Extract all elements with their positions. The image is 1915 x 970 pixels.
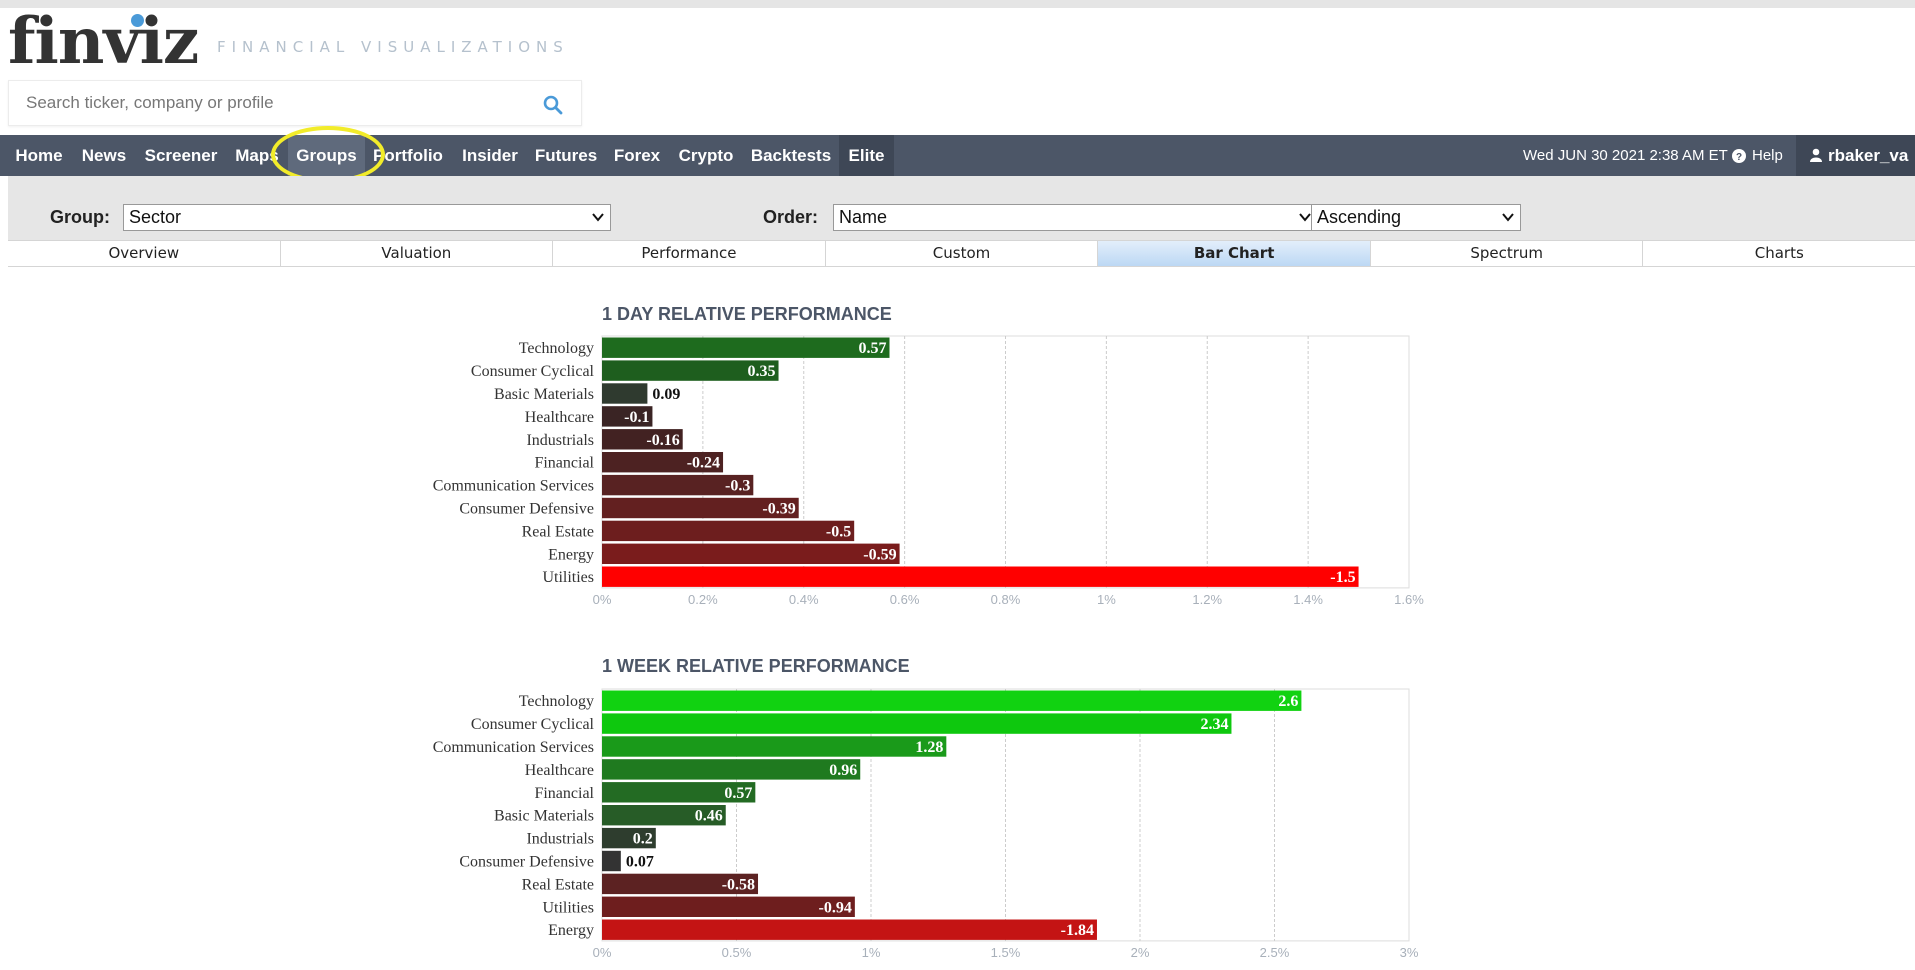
category-label: Industrials [526, 432, 594, 449]
x-tick-label: 0.2% [688, 592, 718, 607]
x-tick-label: 2% [1131, 945, 1150, 960]
x-tick-label: 1.5% [991, 945, 1021, 960]
category-label: Real Estate [522, 876, 594, 893]
x-tick-label: 0.8% [991, 592, 1021, 607]
x-tick-label: 0% [593, 592, 612, 607]
category-label: Consumer Defensive [459, 854, 594, 871]
category-label: Communication Services [433, 739, 594, 756]
x-tick-label: 1% [862, 945, 881, 960]
value-label: -1.84 [1061, 922, 1094, 939]
value-label: -0.59 [863, 546, 896, 563]
value-label: 2.34 [1200, 716, 1228, 733]
x-tick-label: 1.4% [1293, 592, 1323, 607]
bar [602, 520, 855, 542]
value-label: -0.1 [624, 409, 649, 426]
bar [602, 337, 890, 358]
value-label: 0.46 [695, 808, 723, 825]
category-label: Financial [534, 455, 594, 472]
category-label: Technology [519, 340, 594, 357]
x-tick-label: 0.6% [890, 592, 920, 607]
bar [602, 736, 947, 757]
value-label: -0.24 [687, 455, 720, 472]
value-label: -0.58 [722, 876, 755, 893]
value-label: -0.39 [762, 501, 795, 518]
category-label: Energy [548, 546, 594, 563]
x-tick-label: 0.4% [789, 592, 819, 607]
chart-title: 1 WEEK RELATIVE PERFORMANCE [602, 656, 910, 676]
category-label: Consumer Cyclical [471, 363, 595, 380]
value-label: 0.96 [829, 762, 857, 779]
bar [602, 759, 861, 780]
performance-charts: 1 DAY RELATIVE PERFORMANCE 0% 0.2% 0.4% 0.6%… [433, 304, 1425, 960]
x-tick-label: 1.6% [1394, 592, 1424, 607]
bar [602, 566, 1359, 587]
value-label: 2.6 [1278, 693, 1298, 710]
value-label: 0.09 [652, 386, 680, 403]
value-label: 0.57 [724, 785, 752, 802]
x-tick-label: 1% [1097, 592, 1116, 607]
x-tick-label: 0.5% [722, 945, 752, 960]
value-label: -1.5 [1330, 569, 1355, 586]
x-tick-label: 2.5% [1260, 945, 1290, 960]
category-label: Utilities [542, 569, 594, 586]
category-label: Basic Materials [494, 808, 594, 825]
category-label: Energy [548, 922, 594, 939]
category-label: Healthcare [525, 762, 594, 779]
x-tick-label: 3% [1400, 945, 1419, 960]
category-label: Basic Materials [494, 386, 594, 403]
category-label: Industrials [526, 831, 594, 848]
bar [602, 850, 621, 872]
x-tick-label: 0% [593, 945, 612, 960]
category-label: Healthcare [525, 409, 594, 426]
value-label: -0.94 [819, 899, 852, 916]
value-label: 0.07 [626, 854, 654, 871]
value-label: -0.5 [826, 523, 851, 540]
category-label: Technology [519, 693, 594, 710]
bar [602, 896, 855, 917]
value-label: 0.35 [748, 363, 776, 380]
bar [602, 713, 1232, 734]
bar [602, 383, 648, 404]
value-label: 0.57 [858, 340, 886, 357]
category-label: Consumer Defensive [459, 501, 594, 518]
category-label: Financial [534, 785, 594, 802]
bar [602, 543, 900, 564]
category-label: Consumer Cyclical [471, 716, 595, 733]
category-label: Communication Services [433, 478, 594, 495]
chart-title: 1 DAY RELATIVE PERFORMANCE [602, 304, 892, 324]
value-label: 1.28 [915, 739, 943, 756]
bar [602, 690, 1302, 711]
category-label: Utilities [542, 899, 594, 916]
x-tick-label: 1.2% [1192, 592, 1222, 607]
bar [602, 919, 1097, 940]
value-label: -0.3 [725, 478, 750, 495]
category-label: Real Estate [522, 523, 594, 540]
value-label: -0.16 [646, 432, 679, 449]
value-label: 0.2 [633, 831, 653, 848]
